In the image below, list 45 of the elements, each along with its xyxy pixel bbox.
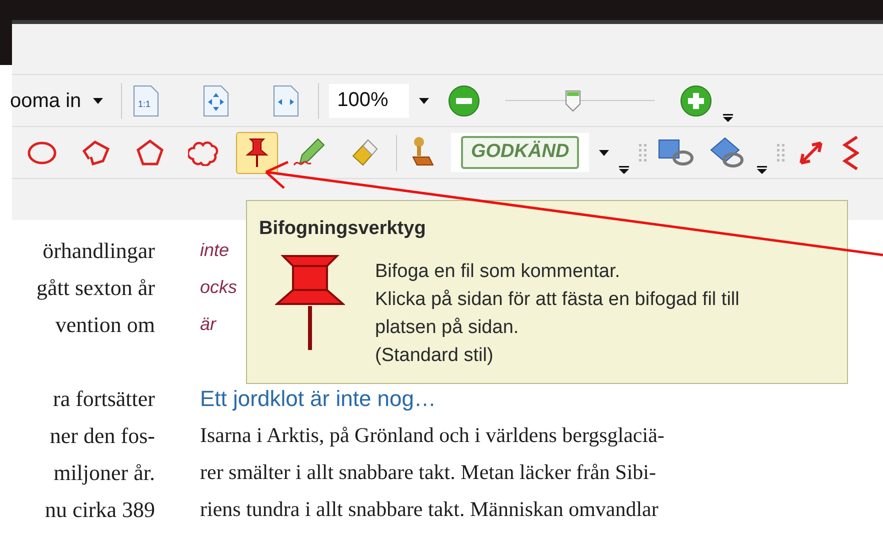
text-line: ner den fos- xyxy=(50,422,155,450)
tooltip-text: Bifoga en fil som kommentar. xyxy=(375,260,621,284)
fit-page-icon[interactable] xyxy=(202,84,230,116)
overflow-icon[interactable] xyxy=(757,166,768,174)
text-line: miljoner år. xyxy=(54,459,155,487)
actual-size-icon[interactable]: 1:1 xyxy=(132,84,160,116)
cloud-icon xyxy=(188,140,220,166)
ellipse-icon xyxy=(27,140,57,166)
zoom-field[interactable]: 100% xyxy=(329,84,410,118)
stamp-caret-icon[interactable] xyxy=(599,150,610,156)
text-line: riens tundra i allt snabbare takt. Människan omvandlar xyxy=(200,496,660,523)
slider-thumb[interactable] xyxy=(564,90,581,112)
zoom-out-icon[interactable] xyxy=(447,84,482,118)
text-line: rer smälter i allt snabbare takt. Metan läcker från Sibi- xyxy=(200,459,657,486)
tooltip-text: platsen på sidan. xyxy=(375,316,520,340)
text-line: Isarna i Arktis, på Grönland och i världens bergsglaciä- xyxy=(200,422,664,449)
stamp-label: GODKÄND xyxy=(461,136,580,169)
caret-icon[interactable] xyxy=(93,98,104,104)
stamp-field[interactable]: GODKÄND xyxy=(451,133,590,172)
overflow-icon[interactable] xyxy=(619,166,630,174)
section-heading: Ett jordklot är inte nog… xyxy=(200,385,438,413)
text-line: örhandlingar xyxy=(42,237,155,265)
text-line: gått sexton år xyxy=(36,274,155,302)
tooltip-text: Klicka på sidan för att fästa en bifogad fil till xyxy=(375,288,740,312)
text-line: är xyxy=(200,313,216,336)
zoom-in-icon[interactable] xyxy=(679,84,714,118)
fit-width-icon[interactable] xyxy=(272,84,300,116)
tooltip-text: (Standard stil) xyxy=(375,344,494,368)
grip-icon xyxy=(777,144,786,162)
zoom-caret-icon[interactable] xyxy=(419,98,430,104)
dark-window-edge xyxy=(0,20,12,65)
pentagon-icon xyxy=(135,138,165,166)
tooltip-title: Bifogningsverktyg xyxy=(259,217,427,241)
annotation-tool-button[interactable] xyxy=(236,132,278,174)
text-line: ocks xyxy=(200,276,238,299)
zoom-dropdown[interactable]: ooma in xyxy=(10,86,104,116)
overflow-icon[interactable] xyxy=(723,114,734,122)
actual-size-label: 1:1 xyxy=(138,98,151,108)
text-line: vention om xyxy=(55,311,155,339)
text-line: ra fortsätter xyxy=(53,385,155,413)
text-line: inte xyxy=(200,239,230,262)
polyline-icon xyxy=(81,138,111,166)
pushpin-icon xyxy=(244,136,270,168)
grip-icon xyxy=(639,144,648,162)
text-line: nu cirka 389 xyxy=(45,496,155,524)
